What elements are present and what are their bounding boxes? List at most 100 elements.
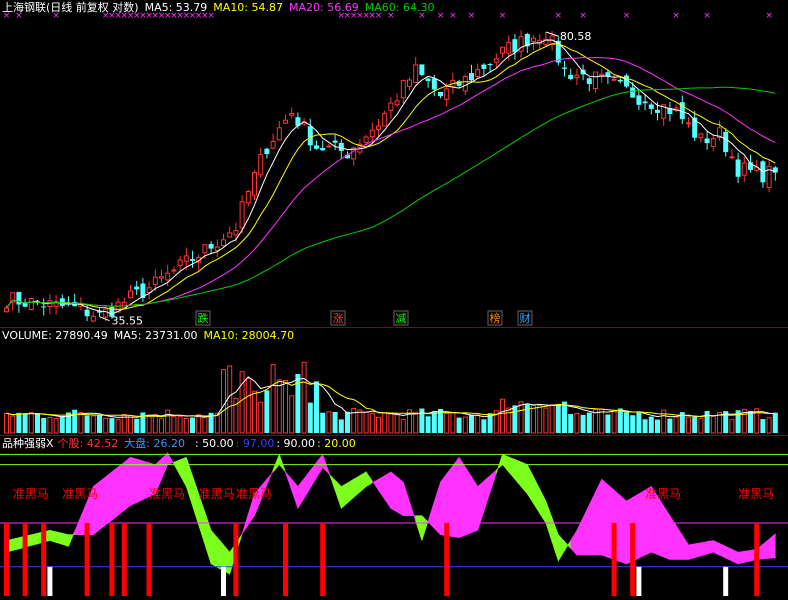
volume-bar bbox=[90, 415, 96, 434]
price-candle-body bbox=[431, 78, 437, 90]
indicator-strength-band bbox=[49, 529, 57, 543]
indicator-red-signal-bar bbox=[121, 523, 127, 596]
volume-bar bbox=[456, 417, 462, 433]
volume-bar bbox=[128, 415, 133, 434]
indicator-strength-band bbox=[111, 466, 119, 521]
volume-bar bbox=[196, 414, 202, 434]
volume-bar bbox=[345, 411, 350, 433]
price-candle-body bbox=[239, 201, 245, 229]
volume-bar bbox=[97, 415, 102, 433]
price-candle-body bbox=[90, 315, 96, 322]
volume-bar bbox=[202, 417, 208, 434]
volume-bar bbox=[531, 404, 536, 434]
price-candle-body bbox=[388, 102, 394, 111]
price-candle-body bbox=[394, 100, 400, 106]
price-candle-body bbox=[252, 172, 257, 196]
price-candle-body bbox=[382, 112, 388, 127]
price-candle-body bbox=[407, 79, 412, 87]
price-candle-body bbox=[493, 58, 499, 63]
volume-bar bbox=[574, 413, 580, 434]
volume-bar bbox=[221, 369, 226, 434]
price-signal-cross: × bbox=[555, 11, 563, 21]
indicator-strength-band bbox=[595, 479, 603, 556]
price-candle-body bbox=[413, 64, 419, 84]
volume-bar bbox=[47, 417, 53, 434]
volume-ma5-label: MA5: 23731.00 bbox=[113, 329, 198, 342]
indicator-red-signal-bar bbox=[611, 523, 617, 596]
price-candle-body bbox=[562, 67, 567, 69]
volume-bar bbox=[766, 417, 772, 434]
volume-bar bbox=[698, 417, 704, 434]
volume-bar bbox=[537, 405, 543, 434]
price-signal-cross: × bbox=[623, 11, 631, 21]
indicator-strength-band bbox=[55, 531, 63, 545]
price-candle-body bbox=[320, 148, 326, 151]
indicator-red-signal-bar bbox=[84, 523, 90, 596]
price-candle-body bbox=[103, 308, 109, 318]
price-candle-body bbox=[283, 119, 288, 124]
indicator-white-signal-bar bbox=[636, 566, 642, 596]
volume-header: VOLUME: 27890.49 MA5: 23731.00 MA10: 28004… bbox=[2, 329, 300, 342]
volume-bar bbox=[692, 416, 698, 433]
volume-bar bbox=[301, 361, 307, 434]
price-ma5-label: MA5: 53.79 bbox=[144, 1, 208, 14]
volume-bar bbox=[648, 416, 654, 433]
price-high-label: 80.58 bbox=[560, 30, 592, 43]
volume-bar bbox=[760, 419, 766, 433]
price-candle-body bbox=[425, 78, 431, 82]
indicator-strength-band bbox=[124, 456, 131, 511]
volume-bar bbox=[320, 412, 326, 433]
volume-bar bbox=[512, 405, 518, 433]
price-candle-body bbox=[314, 145, 319, 149]
volume-bar bbox=[4, 412, 9, 434]
volume-bar bbox=[84, 415, 90, 433]
indicator-market-label: 大盘: 26.20 bbox=[124, 437, 185, 450]
indicator-red-signal-bar bbox=[444, 523, 450, 596]
volume-bar bbox=[605, 414, 611, 433]
price-candle-body bbox=[177, 259, 183, 266]
volume-bar bbox=[388, 412, 394, 434]
volume-bar bbox=[419, 408, 425, 433]
volume-bar bbox=[413, 411, 419, 434]
indicator-dark-horse-marker: 准黑马 bbox=[13, 487, 49, 501]
volume-bar bbox=[673, 416, 679, 434]
price-candle-body bbox=[655, 109, 660, 113]
price-candle-body bbox=[307, 126, 313, 146]
event-marker-label: 财 bbox=[520, 311, 531, 325]
price-candle-body bbox=[233, 230, 239, 236]
indicator-strength-band bbox=[136, 458, 144, 504]
price-candle-body bbox=[84, 309, 90, 317]
volume-bar bbox=[258, 401, 264, 434]
price-candle-body bbox=[376, 125, 381, 130]
price-candle-body bbox=[171, 269, 177, 272]
volume-bar bbox=[171, 416, 177, 434]
price-ma60-label: MA60: 64.30 bbox=[364, 1, 435, 14]
indicator-red-signal-bar bbox=[22, 523, 28, 596]
indicator-strength-band bbox=[390, 471, 398, 513]
volume-bar bbox=[562, 401, 567, 433]
indicator-dark-horse-marker: 准黑马 bbox=[62, 487, 98, 501]
price-signal-cross: × bbox=[579, 11, 587, 21]
price-candle-body bbox=[332, 140, 338, 143]
volume-bar bbox=[704, 411, 710, 433]
price-candle-body bbox=[159, 276, 164, 279]
price-candle-body bbox=[227, 232, 233, 238]
volume-bar bbox=[382, 412, 388, 434]
price-title: 上海钢联(日线 前复权 对数) bbox=[2, 1, 139, 14]
volume-bar bbox=[264, 390, 270, 433]
volume-bar bbox=[239, 371, 245, 434]
indicator-strength-band bbox=[688, 543, 696, 560]
indicator-dark-horse-marker: 准黑马 bbox=[199, 487, 235, 501]
price-candle-body bbox=[258, 154, 264, 176]
event-marker-label: 榜 bbox=[490, 311, 501, 325]
price-candle-body bbox=[276, 127, 282, 141]
price-candle-body bbox=[208, 244, 214, 249]
indicator-dark-horse-marker: 准黑马 bbox=[236, 487, 272, 501]
volume-bar bbox=[363, 411, 369, 434]
price-candle-body bbox=[214, 246, 220, 252]
chart-stage: × × × ×××××××××××××××××× ××××××× × × × × × × × × × × × ×… bbox=[0, 0, 788, 600]
price-candle-body bbox=[698, 133, 704, 139]
price-candle-body bbox=[487, 64, 493, 65]
volume-bar bbox=[624, 412, 629, 433]
price-candle-body bbox=[28, 298, 34, 310]
